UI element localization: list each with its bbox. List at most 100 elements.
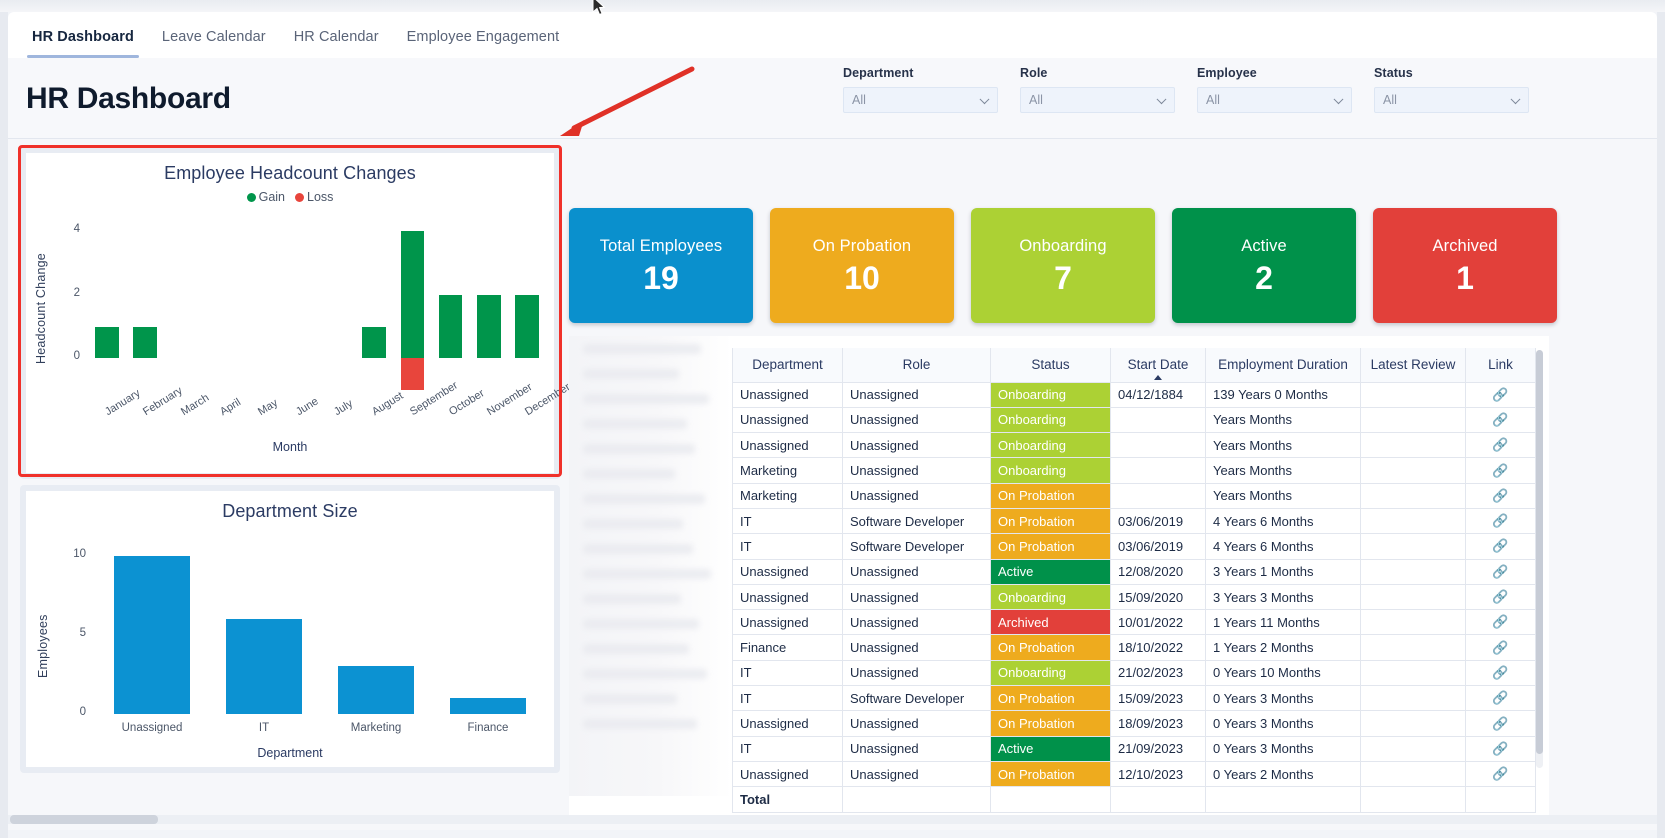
column-header-status[interactable]: Status (990, 348, 1111, 383)
cell-link[interactable]: 🔗 (1465, 533, 1536, 560)
chain-link-icon[interactable]: 🔗 (1492, 690, 1508, 706)
cell-link[interactable]: 🔗 (1465, 381, 1536, 408)
cell-role: Unassigned (842, 406, 991, 434)
headcount-y-tick: 0 (73, 350, 80, 363)
kpi-card-total-employees[interactable]: Total Employees 19 (569, 208, 753, 323)
department-size-bar[interactable] (225, 618, 303, 714)
table-row[interactable]: Unassigned Unassigned Onboarding Years Mont… (732, 406, 1536, 434)
cell-status: On Probation (990, 685, 1111, 712)
chain-link-icon[interactable]: 🔗 (1492, 640, 1508, 656)
department-size-bar[interactable] (113, 555, 191, 714)
cell-link[interactable]: 🔗 (1465, 457, 1536, 484)
headcount-gain-bar[interactable] (438, 294, 463, 359)
table-row[interactable]: Unassigned Unassigned Archived 10/01/2022 1 … (732, 609, 1536, 636)
role-select-value: All (1029, 93, 1043, 107)
column-header-employment-duration[interactable]: Employment Duration (1205, 348, 1361, 383)
table-row[interactable]: IT Software Developer On Probation 03/06/20… (732, 533, 1536, 560)
kpi-card-onboarding[interactable]: Onboarding 7 (971, 208, 1155, 323)
column-header-latest-review[interactable]: Latest Review (1360, 348, 1466, 383)
table-row[interactable]: IT Software Developer On Probation 15/09/20… (732, 685, 1536, 712)
cell-link[interactable]: 🔗 (1465, 406, 1536, 434)
kpi-card-on-probation[interactable]: On Probation 10 (770, 208, 954, 323)
cell-link[interactable]: 🔗 (1465, 710, 1536, 737)
total-status (990, 786, 1111, 813)
table-row[interactable]: Marketing Unassigned Onboarding Years Month… (732, 457, 1536, 484)
table-vertical-scrollbar[interactable] (1536, 350, 1543, 768)
table-row[interactable]: IT Unassigned Onboarding 21/02/2023 0 Years … (732, 659, 1536, 687)
status-select[interactable]: All (1374, 87, 1529, 113)
chain-link-icon[interactable]: 🔗 (1492, 741, 1508, 757)
cell-link[interactable]: 🔗 (1465, 507, 1536, 535)
column-header-role[interactable]: Role (842, 348, 991, 383)
headcount-gain-bar[interactable] (95, 326, 119, 359)
cell-link[interactable]: 🔗 (1465, 659, 1536, 687)
chain-link-icon[interactable]: 🔗 (1492, 538, 1508, 554)
cell-link[interactable]: 🔗 (1465, 685, 1536, 712)
headcount-gain-bar[interactable] (400, 230, 425, 359)
chevron-down-icon (1510, 94, 1521, 105)
chain-link-icon[interactable]: 🔗 (1492, 513, 1508, 529)
headcount-gain-bar[interactable] (133, 326, 158, 359)
column-header-link[interactable]: Link (1465, 348, 1536, 383)
table-row[interactable]: Unassigned Unassigned On Probation 18/09/20… (732, 710, 1536, 737)
cell-link[interactable]: 🔗 (1465, 558, 1536, 585)
cell-link[interactable]: 🔗 (1465, 482, 1536, 509)
headcount-loss-bar[interactable] (400, 358, 425, 391)
table-row[interactable]: IT Unassigned Active 21/09/2023 0 Years 3 Mo… (732, 735, 1536, 762)
table-scroll-thumb[interactable] (1536, 350, 1543, 754)
browser-chrome-strip (0, 0, 1665, 12)
chain-link-icon[interactable]: 🔗 (1492, 463, 1508, 479)
table-row[interactable]: Marketing Unassigned On Probation Years Mon… (732, 482, 1536, 509)
headcount-gain-bar[interactable] (362, 326, 387, 359)
chain-link-icon[interactable]: 🔗 (1492, 564, 1508, 580)
cell-link[interactable]: 🔗 (1465, 609, 1536, 636)
department-y-tick: 5 (79, 626, 86, 639)
kpi-card-archived[interactable]: Archived 1 (1373, 208, 1557, 323)
column-header-department[interactable]: Department (732, 348, 843, 383)
cell-link[interactable]: 🔗 (1465, 583, 1536, 611)
cell-link[interactable]: 🔗 (1465, 432, 1536, 459)
headcount-gain-bar[interactable] (515, 294, 539, 359)
chain-link-icon[interactable]: 🔗 (1492, 766, 1508, 782)
cell-link[interactable]: 🔗 (1465, 760, 1536, 788)
department-chart-title: Department Size (222, 501, 358, 521)
cell-employment-duration: 0 Years 10 Months (1205, 659, 1361, 687)
column-header-start-date[interactable]: Start Date (1110, 348, 1206, 383)
page-scroll-thumb[interactable] (10, 815, 158, 824)
headcount-gain-bar[interactable] (476, 294, 501, 359)
chain-link-icon[interactable]: 🔗 (1492, 437, 1508, 453)
chain-link-icon[interactable]: 🔗 (1492, 412, 1508, 428)
table-row[interactable]: Unassigned Unassigned Onboarding 15/09/2020… (732, 583, 1536, 611)
cell-link[interactable]: 🔗 (1465, 735, 1536, 762)
chain-link-icon[interactable]: 🔗 (1492, 488, 1508, 504)
tab-hr-dashboard[interactable]: HR Dashboard (18, 29, 148, 58)
tab-employee-engagement[interactable]: Employee Engagement (393, 29, 574, 58)
department-size-bar[interactable] (449, 698, 527, 714)
table-row[interactable]: Finance Unassigned On Probation 18/10/2022 1… (732, 634, 1536, 661)
legend-item-gain[interactable]: Gain (246, 190, 285, 204)
chain-link-icon[interactable]: 🔗 (1492, 716, 1508, 732)
chain-link-icon[interactable]: 🔗 (1492, 589, 1508, 605)
table-row[interactable]: Unassigned Unassigned Onboarding 04/12/1884… (732, 381, 1536, 408)
tab-hr-calendar[interactable]: HR Calendar (280, 29, 393, 58)
role-select[interactable]: All (1020, 87, 1175, 113)
table-row[interactable]: Unassigned Unassigned Onboarding Years Mont… (732, 432, 1536, 459)
table-row[interactable]: IT Software Developer On Probation 03/06/20… (732, 507, 1536, 535)
department-size-bar[interactable] (337, 666, 415, 714)
sort-ascending-icon (1154, 374, 1162, 380)
table-row[interactable]: Unassigned Unassigned On Probation 12/10/20… (732, 760, 1536, 788)
chain-link-icon[interactable]: 🔗 (1492, 614, 1508, 630)
chain-link-icon[interactable]: 🔗 (1492, 387, 1508, 403)
employee-select[interactable]: All (1197, 87, 1352, 113)
department-select[interactable]: All (843, 87, 998, 113)
cell-link[interactable]: 🔗 (1465, 634, 1536, 661)
chain-link-icon[interactable]: 🔗 (1492, 665, 1508, 681)
tab-label: Leave Calendar (161, 29, 266, 45)
tab-label: HR Dashboard (32, 29, 134, 45)
legend-item-loss[interactable]: Loss (295, 190, 333, 204)
table-row[interactable]: Unassigned Unassigned Active 12/08/2020 3 Ye… (732, 558, 1536, 585)
cell-role: Unassigned (842, 381, 991, 408)
kpi-card-active[interactable]: Active 2 (1172, 208, 1356, 323)
tab-leave-calendar[interactable]: Leave Calendar (148, 29, 280, 58)
page-horizontal-scrollbar[interactable] (8, 815, 1657, 824)
